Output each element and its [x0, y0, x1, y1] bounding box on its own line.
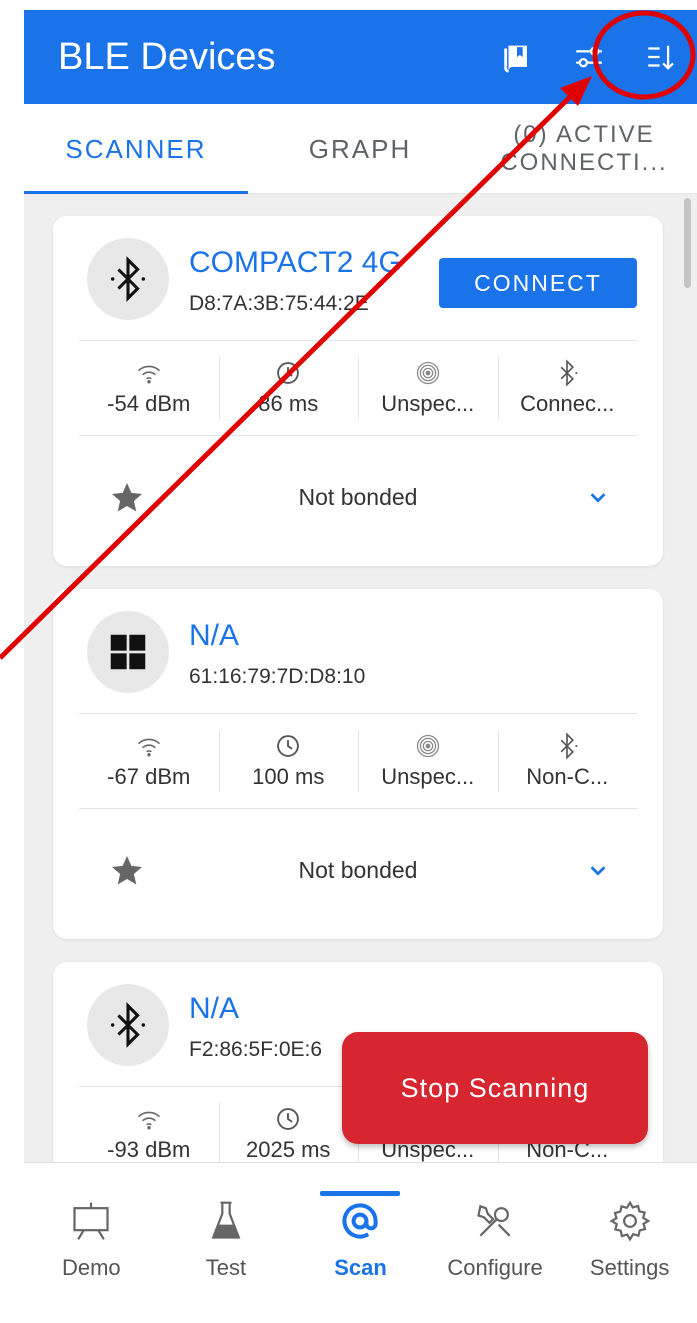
- nav-settings[interactable]: Settings: [562, 1163, 697, 1323]
- app-bar: BLE Devices: [24, 10, 697, 104]
- rssi-stat: -54 dBm: [79, 341, 219, 435]
- device-stats: -54 dBm 86 ms Unspec... Connec...: [79, 340, 637, 436]
- bluetooth-icon: [560, 732, 578, 760]
- tx-power-stat: Unspec...: [358, 714, 498, 808]
- chevron-down-icon[interactable]: [587, 859, 609, 881]
- scan-icon: [342, 1203, 379, 1239]
- device-list[interactable]: COMPACT2 4G D8:7A:3B:75:44:2E CONNECT -5…: [24, 194, 697, 1162]
- device-card[interactable]: COMPACT2 4G D8:7A:3B:75:44:2E CONNECT -5…: [53, 216, 663, 566]
- connectable-stat: Connec...: [497, 341, 638, 435]
- chevron-down-icon[interactable]: [587, 486, 609, 508]
- device-name: N/A: [189, 619, 240, 652]
- connectable-value: Connec...: [520, 391, 615, 416]
- nav-label: Configure: [447, 1255, 543, 1280]
- bluetooth-icon: [560, 359, 578, 387]
- rssi-value: -67 dBm: [107, 764, 191, 789]
- device-name: COMPACT2 4G: [189, 246, 402, 279]
- clock-icon: [277, 735, 300, 757]
- bottom-nav: Demo Test Scan Configure Settings: [24, 1162, 697, 1323]
- stop-scanning-button[interactable]: Stop Scanning: [342, 1032, 648, 1144]
- bond-status: Not bonded: [298, 484, 418, 510]
- clock-icon: [277, 362, 300, 384]
- nav-label: Scan: [334, 1255, 387, 1280]
- interval-stat: 86 ms: [218, 341, 359, 435]
- signal-rings-icon: [416, 734, 439, 758]
- flask-icon: [211, 1201, 241, 1239]
- easel-icon: [73, 1202, 109, 1240]
- tab-bar: SCANNER GRAPH (0) ACTIVE CONNECTI...: [24, 104, 697, 195]
- device-address: F2:86:5F:0E:6: [189, 1038, 323, 1061]
- tools-icon: [477, 1204, 511, 1237]
- book-icon[interactable]: [481, 10, 553, 104]
- connectable-stat: Non-C...: [497, 714, 638, 808]
- windows-icon: [87, 611, 169, 693]
- wifi-icon: [137, 365, 160, 384]
- device-address: 61:16:79:7D:D8:10: [189, 665, 366, 688]
- device-card[interactable]: N/A 61:16:79:7D:D8:10 -67 dBm 100 ms Uns…: [53, 589, 663, 939]
- bluetooth-icon: [87, 984, 169, 1066]
- nav-configure[interactable]: Configure: [428, 1163, 563, 1323]
- nav-label: Test: [205, 1255, 247, 1280]
- scrollbar[interactable]: [684, 198, 691, 288]
- interval-value: 100 ms: [252, 764, 325, 789]
- nav-label: Settings: [589, 1255, 670, 1280]
- app-title: BLE Devices: [58, 35, 276, 78]
- nav-scan[interactable]: Scan: [293, 1163, 428, 1323]
- rssi-stat: -67 dBm: [79, 714, 219, 808]
- device-address: D8:7A:3B:75:44:2E: [189, 292, 369, 315]
- tab-graph[interactable]: GRAPH: [248, 104, 472, 194]
- nav-demo[interactable]: Demo: [24, 1163, 159, 1323]
- tab-active-connections[interactable]: (0) ACTIVE CONNECTI...: [472, 104, 696, 194]
- bluetooth-icon: [87, 238, 169, 320]
- connectable-value: Non-C...: [526, 764, 609, 789]
- bond-status: Not bonded: [298, 857, 418, 883]
- sort-icon[interactable]: [625, 10, 697, 104]
- connect-button[interactable]: CONNECT: [439, 258, 637, 308]
- tx-power-stat: Unspec...: [358, 341, 498, 435]
- interval-value: 86 ms: [258, 391, 319, 416]
- bond-row[interactable]: Not bonded: [53, 809, 663, 933]
- interval-stat: 2025 ms: [218, 1087, 359, 1162]
- tab-scanner[interactable]: SCANNER: [24, 104, 248, 195]
- app-bar-actions: [481, 10, 697, 104]
- device-stats: -67 dBm 100 ms Unspec... Non-C...: [79, 713, 637, 809]
- wifi-icon: [137, 738, 160, 757]
- bond-row[interactable]: Not bonded: [53, 436, 663, 560]
- gear-icon: [609, 1200, 651, 1242]
- signal-rings-icon: [416, 361, 439, 385]
- interval-stat: 100 ms: [218, 714, 359, 808]
- nav-test[interactable]: Test: [159, 1163, 294, 1323]
- tx-power-value: Unspec...: [381, 764, 475, 789]
- rssi-value: -93 dBm: [107, 1137, 191, 1162]
- device-name: N/A: [189, 992, 240, 1025]
- wifi-icon: [137, 1111, 160, 1130]
- nav-label: Demo: [61, 1255, 121, 1280]
- clock-icon: [277, 1108, 300, 1130]
- rssi-stat: -93 dBm: [79, 1087, 219, 1162]
- tx-power-value: Unspec...: [381, 391, 475, 416]
- interval-value: 2025 ms: [246, 1137, 331, 1162]
- rssi-value: -54 dBm: [107, 391, 191, 416]
- tune-sliders-icon[interactable]: [553, 10, 625, 104]
